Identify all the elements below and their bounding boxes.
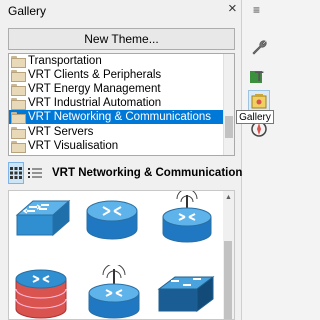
folder-icon xyxy=(11,112,26,124)
list-item[interactable]: VRT Servers xyxy=(9,125,223,139)
list-item[interactable]: VRT Industrial Automation xyxy=(9,96,223,110)
grid-icon xyxy=(10,167,22,179)
list-icon xyxy=(28,168,42,178)
list-item[interactable]: Transportation xyxy=(9,54,223,68)
list-item-label: Transportation xyxy=(28,54,102,67)
folder-icon xyxy=(11,97,26,110)
new-theme-button[interactable]: New Theme... xyxy=(8,28,235,50)
list-item-label: VRT Servers xyxy=(28,125,94,138)
firewall-shape[interactable] xyxy=(11,265,71,320)
folder-icon xyxy=(11,83,26,96)
gallery-toolbar: VRT Networking & Communications xyxy=(8,160,249,186)
text-style-icon: T xyxy=(250,68,264,84)
gallery-scrollbar[interactable]: ▲ xyxy=(223,191,234,319)
gallery-panel: Gallery × New Theme... Transportation VR… xyxy=(0,0,249,320)
panel-title: Gallery xyxy=(8,4,47,18)
list-scrollbar[interactable] xyxy=(223,54,234,155)
list-item[interactable]: VRT Energy Management xyxy=(9,82,223,96)
folder-icon xyxy=(11,126,26,139)
switch-shape[interactable] xyxy=(155,271,217,320)
close-icon[interactable]: × xyxy=(228,1,237,17)
sidebar: ≡ T xyxy=(243,0,274,320)
list-item-label: VRT Energy Management xyxy=(28,82,161,95)
folder-icon xyxy=(11,140,26,153)
folder-icon xyxy=(11,55,26,68)
list-item[interactable]: VRT Clients & Peripherals xyxy=(9,68,223,82)
list-item-selected[interactable]: VRT Networking & Communications xyxy=(9,110,223,124)
list-item-label: VRT Visualisation xyxy=(28,139,119,152)
category-title: VRT Networking & Communications xyxy=(52,167,249,179)
list-item-label: VRT Industrial Automation xyxy=(28,96,162,109)
scroll-up-icon[interactable]: ▲ xyxy=(225,194,232,201)
gallery-icon xyxy=(251,94,267,109)
wireless-router-shape[interactable] xyxy=(155,191,219,251)
menu-icon[interactable]: ≡ xyxy=(253,3,260,17)
router-shape[interactable] xyxy=(81,193,143,249)
icon-view-button[interactable] xyxy=(8,162,24,184)
wireless-router-shape[interactable] xyxy=(83,265,145,320)
list-item[interactable]: VRT Visualisation xyxy=(9,139,223,153)
gallery-button[interactable] xyxy=(248,90,270,112)
switch-shape[interactable] xyxy=(11,195,73,247)
wrench-icon xyxy=(252,40,267,55)
styles-button[interactable]: T xyxy=(248,64,270,86)
tooltip: Gallery xyxy=(236,110,274,124)
properties-button[interactable] xyxy=(248,36,270,58)
scrollbar-thumb[interactable] xyxy=(224,241,232,319)
svg-text:T: T xyxy=(255,68,264,84)
scrollbar-thumb[interactable] xyxy=(225,116,233,138)
list-item-label: VRT Networking & Communications xyxy=(28,111,212,123)
folder-icon xyxy=(11,69,26,82)
theme-list[interactable]: Transportation VRT Clients & Peripherals… xyxy=(8,53,235,156)
list-item-label: VRT Clients & Peripherals xyxy=(28,68,162,81)
gallery-shapes: ▲ xyxy=(8,190,235,320)
list-view-button[interactable] xyxy=(28,162,42,184)
